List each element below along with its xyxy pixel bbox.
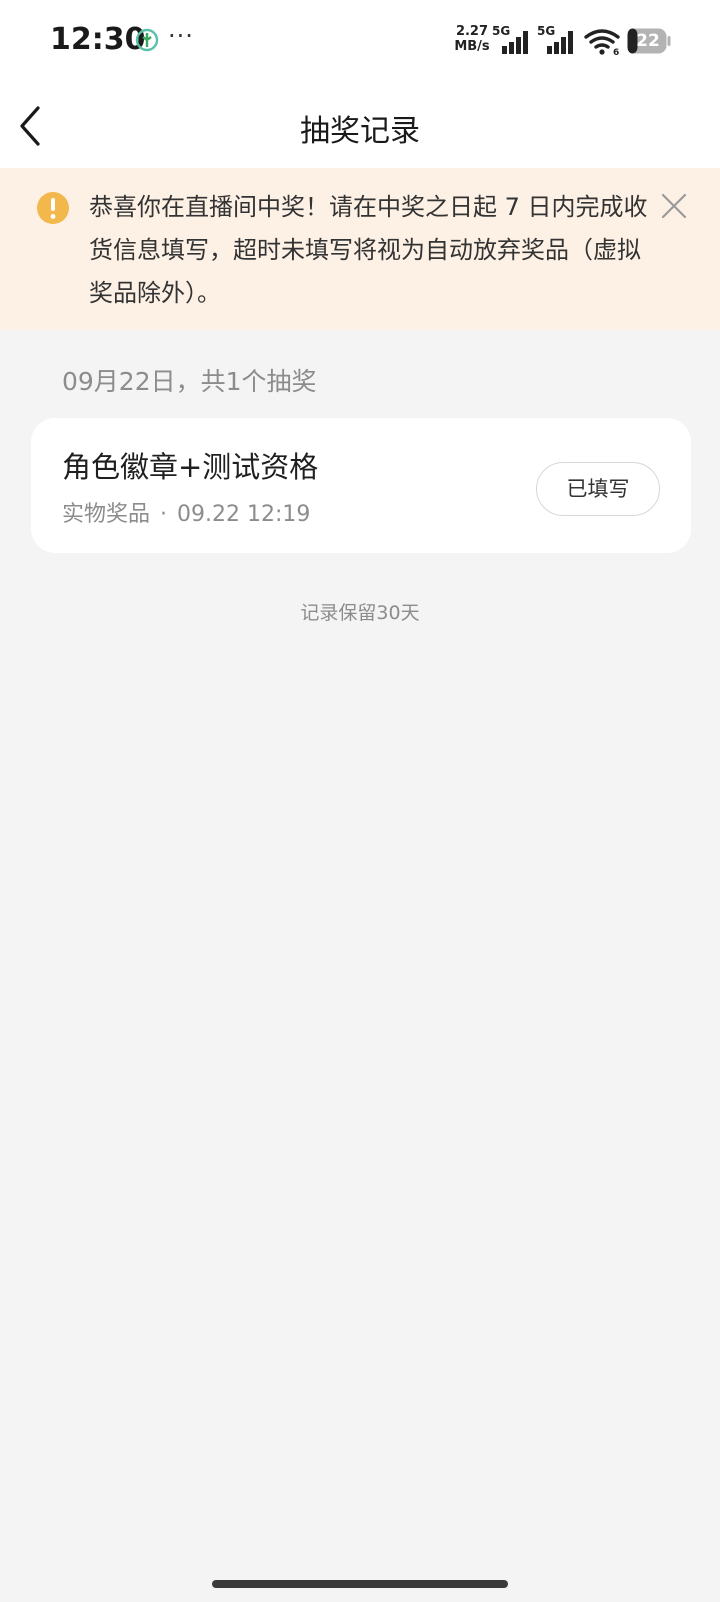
close-icon[interactable] (661, 193, 687, 219)
notice-message: 恭喜你在直播间中奖！请在中奖之日起 7 日内完成收货信息填写，超时未填写将视为自… (89, 193, 648, 307)
meta-separator: · (160, 502, 168, 527)
wifi-icon: 6 (584, 29, 620, 56)
status-bar: 12:30 ··· 2.27 MB/s 5G 5G 6 22 (0, 0, 720, 84)
prize-meta: 实物奖品 · 09.22 12:19 (62, 496, 310, 528)
navigation-bar: 抽奖记录 (0, 84, 720, 168)
network-speed: 2.27 MB/s (454, 24, 490, 54)
prize-time: 09.22 12:19 (177, 502, 311, 527)
more-notifications-indicator: ··· (168, 22, 194, 50)
app-notification-icon (135, 28, 159, 52)
home-indicator[interactable] (212, 1580, 508, 1588)
filled-status-button[interactable]: 已填写 (536, 462, 660, 516)
warning-icon (37, 192, 69, 224)
page-title: 抽奖记录 (300, 114, 420, 149)
prize-type: 实物奖品 (62, 502, 151, 527)
signal-icon (502, 31, 528, 54)
svg-text:6: 6 (613, 48, 619, 56)
date-group-header: 09月22日，共1个抽奖 (62, 367, 317, 396)
lottery-record-card[interactable]: 角色徽章+测试资格 实物奖品 · 09.22 12:19 已填写 (31, 418, 691, 553)
battery-level: 22 (636, 31, 660, 51)
retention-note: 记录保留30天 (300, 602, 420, 624)
prize-title: 角色徽章+测试资格 (62, 450, 319, 484)
signal-icon (547, 31, 573, 54)
prize-notice-banner: 恭喜你在直播间中奖！请在中奖之日起 7 日内完成收货信息填写，超时未填写将视为自… (0, 168, 720, 330)
status-time: 12:30 (50, 22, 146, 57)
